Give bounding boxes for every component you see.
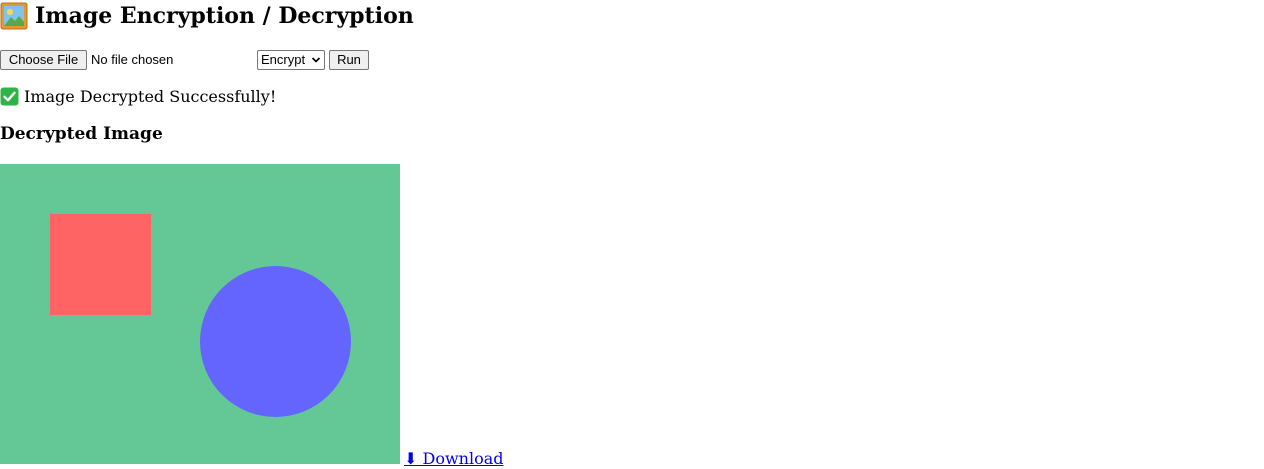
mode-select[interactable]: Encrypt: [257, 50, 325, 70]
decrypted-image: [0, 164, 400, 464]
framed-picture-icon: [0, 2, 28, 30]
file-status-text: No file chosen: [91, 52, 174, 67]
choose-file-button[interactable]: Choose File: [0, 50, 87, 70]
page-title-text: Image Encryption / Decryption: [35, 3, 414, 29]
status-message: Image Decrypted Successfully!: [0, 86, 276, 106]
check-mark-icon: [0, 87, 19, 105]
mode-select-value: Encrypt: [261, 52, 306, 67]
blue-circle-shape: [200, 266, 351, 417]
decrypted-image-canvas: [0, 164, 400, 464]
run-button[interactable]: Run: [329, 50, 369, 70]
chevron-down-icon: [311, 57, 321, 63]
decrypted-image-heading: Decrypted Image: [0, 124, 163, 144]
download-link[interactable]: ⬇ Download: [404, 449, 503, 468]
status-text: Image Decrypted Successfully!: [24, 86, 277, 106]
red-square-shape: [50, 214, 151, 315]
page: Image Encryption / Decryption Choose Fil…: [0, 0, 1264, 469]
page-title: Image Encryption / Decryption: [0, 0, 414, 32]
